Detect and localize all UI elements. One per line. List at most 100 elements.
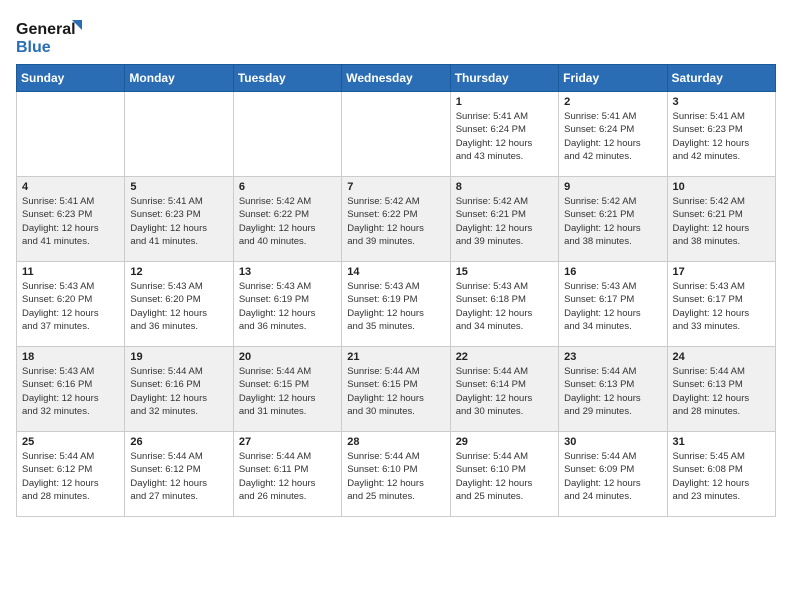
day-number: 6: [239, 181, 336, 193]
day-detail: Sunrise: 5:43 AM Sunset: 6:19 PM Dayligh…: [347, 280, 444, 333]
calendar-cell: 28Sunrise: 5:44 AM Sunset: 6:10 PM Dayli…: [342, 432, 450, 517]
calendar-cell: 12 Sunrise: 5:43 AM Sunset: 6:20 PM Dayli…: [125, 262, 233, 347]
calendar-cell: 29 Sunrise: 5:44 AM Sunset: 6:10 PM Dayli…: [450, 432, 558, 517]
day-detail: Sunrise: 5:44 AM Sunset: 6:14 PM Dayligh…: [456, 365, 553, 418]
day-detail: Sunrise: 5:41 AM Sunset: 6:23 PM Dayligh…: [130, 195, 227, 248]
calendar-cell: [17, 92, 125, 177]
logo-svg: GeneralBlue: [16, 16, 86, 56]
svg-text:General: General: [16, 21, 76, 38]
calendar-cell: 21 Sunrise: 5:44 AM Sunset: 6:15 PM Dayli…: [342, 347, 450, 432]
day-detail: Sunrise: 5:42 AM Sunset: 6:21 PM Dayligh…: [564, 195, 661, 248]
calendar-cell: 22 Sunrise: 5:44 AM Sunset: 6:14 PM Dayli…: [450, 347, 558, 432]
day-number: 19: [130, 351, 227, 363]
day-detail: Sunrise: 5:44 AM Sunset: 6:11 PM Dayligh…: [239, 450, 336, 503]
day-detail: Sunrise: 5:43 AM Sunset: 6:19 PM Dayligh…: [239, 280, 336, 333]
day-number: 3: [673, 96, 770, 108]
day-number: 12: [130, 266, 227, 278]
day-detail: Sunrise: 5:42 AM Sunset: 6:21 PM Dayligh…: [673, 195, 770, 248]
day-detail: Sunrise: 5:44 AM Sunset: 6:12 PM Dayligh…: [130, 450, 227, 503]
weekday-header-thursday: Thursday: [450, 65, 558, 92]
calendar-cell: 19 Sunrise: 5:44 AM Sunset: 6:16 PM Dayli…: [125, 347, 233, 432]
day-number: 13: [239, 266, 336, 278]
calendar-cell: 9 Sunrise: 5:42 AM Sunset: 6:21 PM Daylig…: [559, 177, 667, 262]
calendar-cell: 11 Sunrise: 5:43 AM Sunset: 6:20 PM Dayli…: [17, 262, 125, 347]
calendar-week-row: 4Sunrise: 5:41 AM Sunset: 6:23 PM Daylig…: [17, 177, 776, 262]
calendar-cell: 20 Sunrise: 5:44 AM Sunset: 6:15 PM Dayli…: [233, 347, 341, 432]
calendar-cell: 23 Sunrise: 5:44 AM Sunset: 6:13 PM Dayli…: [559, 347, 667, 432]
calendar-cell: 27Sunrise: 5:44 AM Sunset: 6:11 PM Dayli…: [233, 432, 341, 517]
day-detail: Sunrise: 5:44 AM Sunset: 6:09 PM Dayligh…: [564, 450, 661, 503]
day-detail: Sunrise: 5:41 AM Sunset: 6:24 PM Dayligh…: [456, 110, 553, 163]
weekday-header-tuesday: Tuesday: [233, 65, 341, 92]
day-number: 20: [239, 351, 336, 363]
calendar-cell: 30Sunrise: 5:44 AM Sunset: 6:09 PM Dayli…: [559, 432, 667, 517]
day-number: 26: [130, 436, 227, 448]
day-detail: Sunrise: 5:44 AM Sunset: 6:10 PM Dayligh…: [456, 450, 553, 503]
calendar-cell: 18 Sunrise: 5:43 AM Sunset: 6:16 PM Dayli…: [17, 347, 125, 432]
day-detail: Sunrise: 5:42 AM Sunset: 6:21 PM Dayligh…: [456, 195, 553, 248]
calendar-cell: 5 Sunrise: 5:41 AM Sunset: 6:23 PM Daylig…: [125, 177, 233, 262]
day-number: 8: [456, 181, 553, 193]
day-detail: Sunrise: 5:41 AM Sunset: 6:23 PM Dayligh…: [673, 110, 770, 163]
day-number: 31: [673, 436, 770, 448]
calendar-cell: 13 Sunrise: 5:43 AM Sunset: 6:19 PM Dayli…: [233, 262, 341, 347]
weekday-header-row: SundayMondayTuesdayWednesdayThursdayFrid…: [17, 65, 776, 92]
page-header: GeneralBlue: [16, 16, 776, 56]
calendar-cell: 15Sunrise: 5:43 AM Sunset: 6:18 PM Dayli…: [450, 262, 558, 347]
day-detail: Sunrise: 5:45 AM Sunset: 6:08 PM Dayligh…: [673, 450, 770, 503]
day-detail: Sunrise: 5:43 AM Sunset: 6:20 PM Dayligh…: [22, 280, 119, 333]
calendar-table: SundayMondayTuesdayWednesdayThursdayFrid…: [16, 64, 776, 517]
day-number: 29: [456, 436, 553, 448]
day-detail: Sunrise: 5:44 AM Sunset: 6:12 PM Dayligh…: [22, 450, 119, 503]
weekday-header-monday: Monday: [125, 65, 233, 92]
calendar-week-row: 1 Sunrise: 5:41 AM Sunset: 6:24 PM Daylig…: [17, 92, 776, 177]
calendar-cell: 8 Sunrise: 5:42 AM Sunset: 6:21 PM Daylig…: [450, 177, 558, 262]
calendar-week-row: 11 Sunrise: 5:43 AM Sunset: 6:20 PM Dayli…: [17, 262, 776, 347]
calendar-cell: 31 Sunrise: 5:45 AM Sunset: 6:08 PM Dayli…: [667, 432, 775, 517]
calendar-week-row: 25 Sunrise: 5:44 AM Sunset: 6:12 PM Dayli…: [17, 432, 776, 517]
calendar-cell: 26 Sunrise: 5:44 AM Sunset: 6:12 PM Dayli…: [125, 432, 233, 517]
calendar-cell: 10 Sunrise: 5:42 AM Sunset: 6:21 PM Dayli…: [667, 177, 775, 262]
day-detail: Sunrise: 5:42 AM Sunset: 6:22 PM Dayligh…: [347, 195, 444, 248]
day-number: 25: [22, 436, 119, 448]
calendar-cell: 25 Sunrise: 5:44 AM Sunset: 6:12 PM Dayli…: [17, 432, 125, 517]
day-number: 7: [347, 181, 444, 193]
day-number: 2: [564, 96, 661, 108]
day-detail: Sunrise: 5:44 AM Sunset: 6:16 PM Dayligh…: [130, 365, 227, 418]
calendar-cell: 2Sunrise: 5:41 AM Sunset: 6:24 PM Daylig…: [559, 92, 667, 177]
calendar-week-row: 18 Sunrise: 5:43 AM Sunset: 6:16 PM Dayli…: [17, 347, 776, 432]
svg-text:Blue: Blue: [16, 39, 51, 56]
day-detail: Sunrise: 5:42 AM Sunset: 6:22 PM Dayligh…: [239, 195, 336, 248]
day-detail: Sunrise: 5:43 AM Sunset: 6:16 PM Dayligh…: [22, 365, 119, 418]
calendar-header: SundayMondayTuesdayWednesdayThursdayFrid…: [17, 65, 776, 92]
day-detail: Sunrise: 5:44 AM Sunset: 6:10 PM Dayligh…: [347, 450, 444, 503]
calendar-cell: 24Sunrise: 5:44 AM Sunset: 6:13 PM Dayli…: [667, 347, 775, 432]
day-number: 5: [130, 181, 227, 193]
day-number: 21: [347, 351, 444, 363]
day-detail: Sunrise: 5:44 AM Sunset: 6:15 PM Dayligh…: [347, 365, 444, 418]
weekday-header-saturday: Saturday: [667, 65, 775, 92]
day-detail: Sunrise: 5:44 AM Sunset: 6:13 PM Dayligh…: [564, 365, 661, 418]
calendar-cell: 16Sunrise: 5:43 AM Sunset: 6:17 PM Dayli…: [559, 262, 667, 347]
calendar-cell: 3 Sunrise: 5:41 AM Sunset: 6:23 PM Daylig…: [667, 92, 775, 177]
day-number: 11: [22, 266, 119, 278]
day-detail: Sunrise: 5:44 AM Sunset: 6:13 PM Dayligh…: [673, 365, 770, 418]
calendar-cell: 1 Sunrise: 5:41 AM Sunset: 6:24 PM Daylig…: [450, 92, 558, 177]
weekday-header-friday: Friday: [559, 65, 667, 92]
day-detail: Sunrise: 5:44 AM Sunset: 6:15 PM Dayligh…: [239, 365, 336, 418]
day-number: 22: [456, 351, 553, 363]
day-number: 9: [564, 181, 661, 193]
day-detail: Sunrise: 5:43 AM Sunset: 6:20 PM Dayligh…: [130, 280, 227, 333]
day-number: 16: [564, 266, 661, 278]
day-number: 23: [564, 351, 661, 363]
calendar-cell: [342, 92, 450, 177]
day-number: 14: [347, 266, 444, 278]
day-number: 18: [22, 351, 119, 363]
calendar-cell: 14 Sunrise: 5:43 AM Sunset: 6:19 PM Dayli…: [342, 262, 450, 347]
calendar-cell: 6 Sunrise: 5:42 AM Sunset: 6:22 PM Daylig…: [233, 177, 341, 262]
day-detail: Sunrise: 5:43 AM Sunset: 6:18 PM Dayligh…: [456, 280, 553, 333]
day-number: 10: [673, 181, 770, 193]
calendar-body: 1 Sunrise: 5:41 AM Sunset: 6:24 PM Daylig…: [17, 92, 776, 517]
day-number: 1: [456, 96, 553, 108]
calendar-cell: [125, 92, 233, 177]
